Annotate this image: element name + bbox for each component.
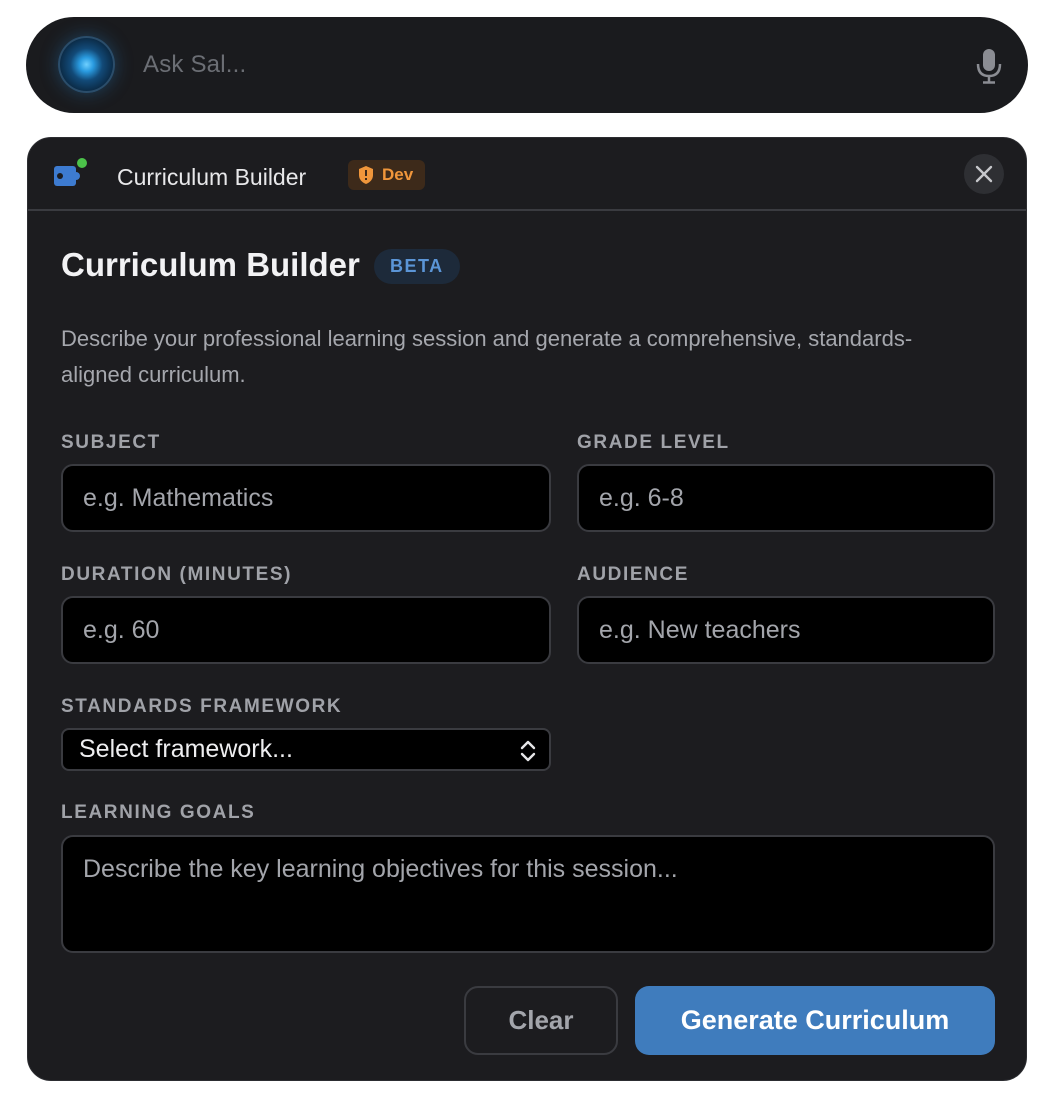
- dev-badge-label: Dev: [382, 165, 414, 184]
- beta-badge: BETA: [374, 249, 460, 284]
- framework-select[interactable]: Select framework...: [61, 728, 551, 771]
- grade-level-label: GRADE LEVEL: [577, 432, 730, 453]
- curriculum-builder-panel: Curriculum Builder Dev Curriculum Builde…: [27, 137, 1027, 1081]
- ask-sal-bar[interactable]: Ask Sal...: [26, 17, 1028, 113]
- dev-badge: Dev: [348, 160, 426, 190]
- audience-input[interactable]: [577, 596, 995, 664]
- framework-label: STANDARDS FRAMEWORK: [61, 696, 343, 717]
- chevron-up-down-icon: [520, 740, 536, 762]
- shield-icon: [359, 166, 373, 184]
- learning-goals-textarea[interactable]: [61, 835, 995, 953]
- subject-input[interactable]: [61, 464, 551, 532]
- page-title: Curriculum Builder: [61, 246, 360, 283]
- sal-orb-icon[interactable]: [58, 36, 115, 93]
- duration-label: DURATION (MINUTES): [61, 564, 293, 585]
- grade-level-input[interactable]: [577, 464, 995, 532]
- close-button[interactable]: [964, 154, 1004, 194]
- subject-label: SUBJECT: [61, 432, 161, 453]
- microphone-icon[interactable]: [976, 48, 1002, 84]
- learning-goals-label: LEARNING GOALS: [61, 802, 256, 823]
- puzzle-piece-icon: [54, 158, 87, 186]
- panel-titlebar: Curriculum Builder Dev: [28, 138, 1026, 211]
- close-icon: [975, 165, 993, 183]
- titlebar-title: Curriculum Builder: [117, 164, 307, 190]
- audience-label: AUDIENCE: [577, 564, 690, 585]
- framework-select-value: Select framework...: [79, 735, 293, 763]
- ask-sal-input[interactable]: Ask Sal...: [143, 51, 246, 79]
- duration-input[interactable]: [61, 596, 551, 664]
- generate-curriculum-button[interactable]: Generate Curriculum: [635, 986, 995, 1055]
- clear-button[interactable]: Clear: [464, 986, 618, 1055]
- page-description: Describe your professional learning sess…: [61, 326, 913, 387]
